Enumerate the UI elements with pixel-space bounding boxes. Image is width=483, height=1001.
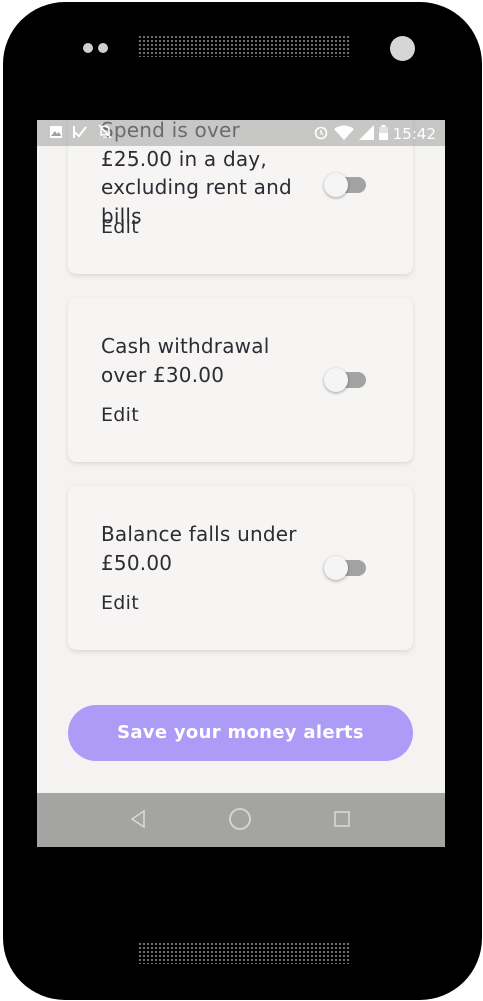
recents-icon[interactable]	[333, 810, 351, 832]
alarm-icon	[313, 124, 329, 144]
toggle-thumb	[324, 173, 348, 197]
alert-description: Cash withdrawal over £30.00	[101, 334, 270, 387]
alerts-list[interactable]: Spend is over £25.00 in a day, excluding…	[37, 120, 445, 793]
alert-toggle[interactable]	[324, 556, 366, 580]
bottom-speaker	[138, 942, 350, 964]
wifi-icon	[333, 125, 354, 144]
sensor-dots	[83, 43, 108, 53]
alert-edit-link[interactable]: Edit	[101, 404, 139, 426]
home-icon[interactable]	[228, 807, 252, 835]
alert-description: Balance falls under £50.00	[101, 522, 297, 575]
alert-edit-link[interactable]: Edit	[101, 216, 139, 238]
battery-icon	[378, 124, 388, 144]
save-alerts-button[interactable]: Save your money alerts	[68, 705, 413, 761]
image-icon	[49, 125, 63, 143]
earpiece-speaker	[138, 35, 350, 57]
alert-card: Cash withdrawal over £30.00 Edit	[68, 298, 413, 462]
front-camera	[390, 36, 415, 61]
back-icon[interactable]	[128, 808, 148, 834]
navigation-bar	[37, 793, 445, 847]
status-bar: 15:42	[37, 120, 445, 146]
notifications-off-icon	[97, 124, 113, 143]
alert-card: Balance falls under £50.00 Edit	[68, 486, 413, 650]
alert-toggle[interactable]	[324, 368, 366, 392]
signal-icon	[358, 124, 374, 144]
alert-toggle[interactable]	[324, 173, 366, 197]
toggle-thumb	[324, 368, 348, 392]
status-time: 15:42	[392, 125, 436, 143]
checklist-icon	[72, 125, 88, 143]
app-screen: Spend is over £25.00 in a day, excluding…	[37, 120, 445, 847]
alert-edit-link[interactable]: Edit	[101, 592, 139, 614]
toggle-thumb	[324, 556, 348, 580]
